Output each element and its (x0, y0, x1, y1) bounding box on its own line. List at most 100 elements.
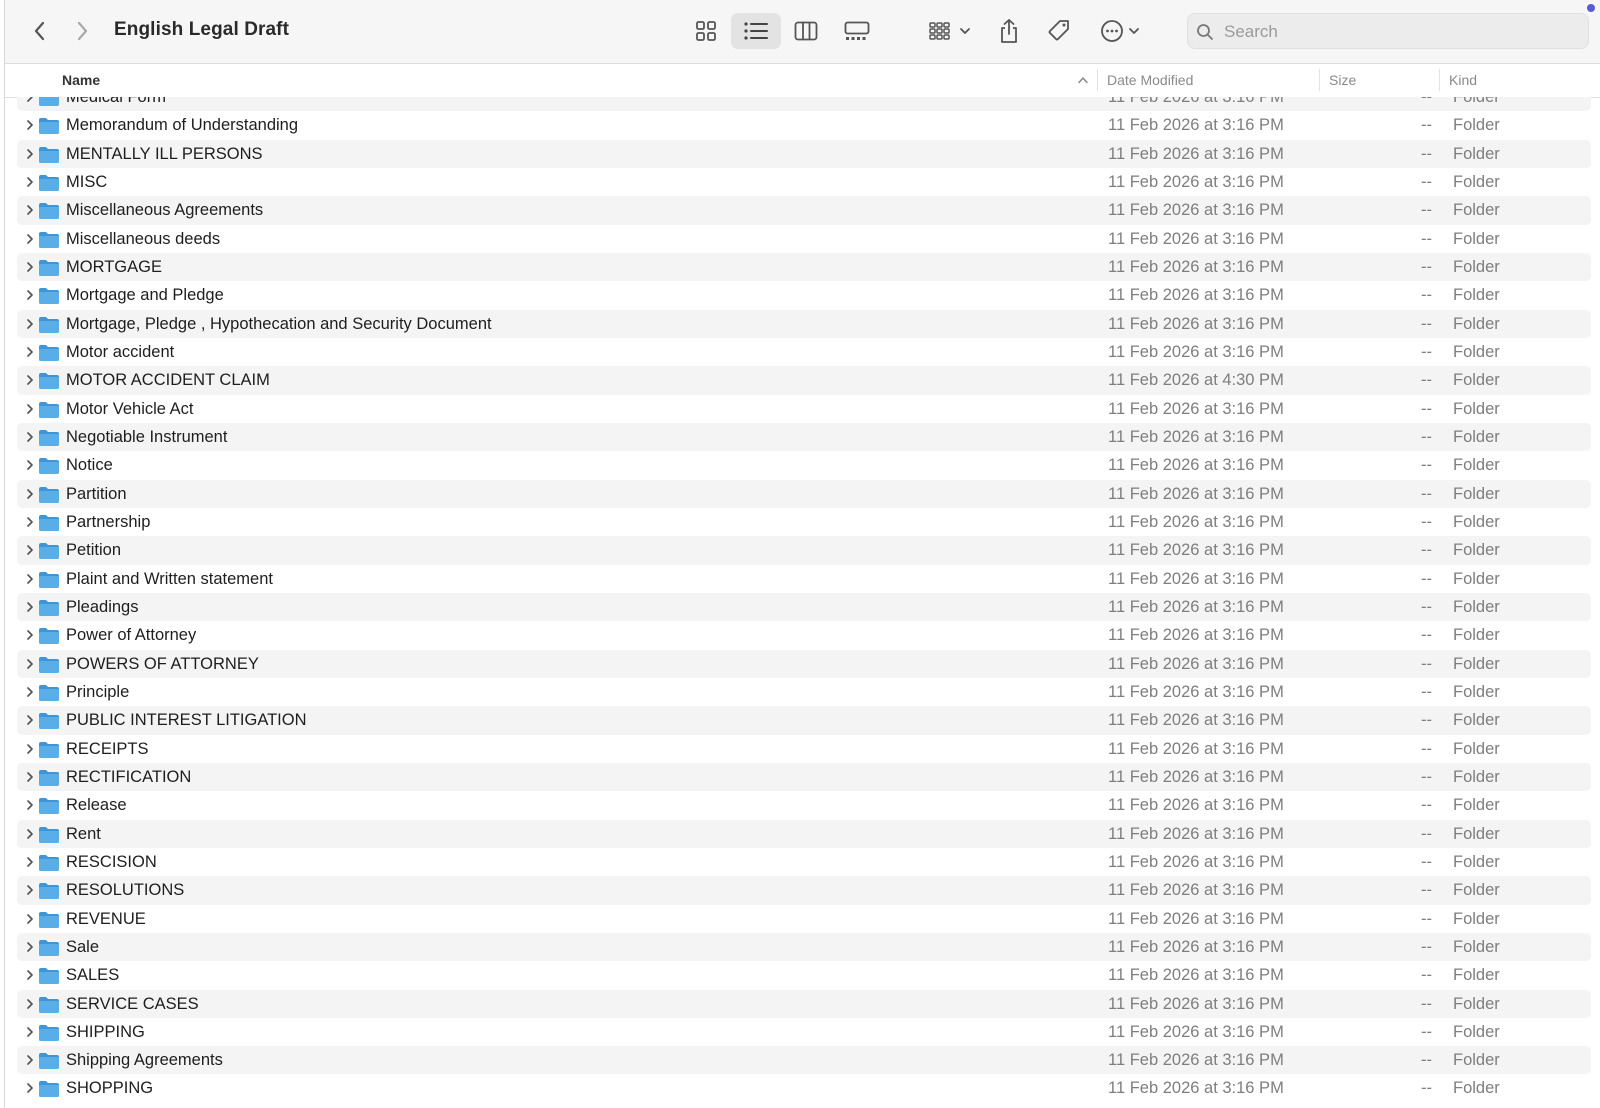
disclosure-chevron-icon[interactable] (25, 998, 35, 1010)
disclosure-chevron-icon[interactable] (25, 459, 35, 471)
disclosure-chevron-icon[interactable] (25, 941, 35, 953)
disclosure-chevron-icon[interactable] (25, 289, 35, 301)
table-row[interactable]: MISC 11 Feb 2026 at 3:16 PM -- Folder (17, 168, 1591, 196)
disclosure-chevron-icon[interactable] (25, 658, 35, 670)
disclosure-chevron-icon[interactable] (25, 403, 35, 415)
table-row[interactable]: PUBLIC INTEREST LITIGATION 11 Feb 2026 at… (17, 706, 1591, 735)
column-name-header[interactable]: Name (62, 72, 100, 88)
column-divider[interactable] (1439, 69, 1440, 91)
ellipsis-circle-icon (1101, 20, 1123, 42)
date-modified: 11 Feb 2026 at 3:16 PM (1108, 909, 1284, 928)
table-row[interactable]: Notice 11 Feb 2026 at 3:16 PM -- Folder (17, 451, 1591, 479)
disclosure-chevron-icon[interactable] (25, 431, 35, 443)
table-row[interactable]: Rent 11 Feb 2026 at 3:16 PM -- Folder (17, 819, 1591, 848)
table-row[interactable]: Motor Vehicle Act 11 Feb 2026 at 3:16 PM -… (17, 395, 1591, 423)
icon-view-button[interactable] (685, 13, 727, 49)
table-row[interactable]: Plaint and Written statement 11 Feb 2026 … (17, 565, 1591, 593)
forward-button[interactable] (65, 14, 99, 48)
table-row[interactable]: Shipping Agreements 11 Feb 2026 at 3:16 P… (17, 1046, 1591, 1075)
gallery-view-button[interactable] (835, 13, 879, 49)
disclosure-chevron-icon[interactable] (25, 488, 35, 500)
search-input[interactable] (1222, 18, 1576, 46)
table-row[interactable]: Miscellaneous Agreements 11 Feb 2026 at 3… (17, 196, 1591, 225)
table-row[interactable]: Memorandum of Understanding 11 Feb 2026 a… (17, 111, 1591, 139)
list-view-button[interactable] (731, 13, 781, 49)
disclosure-chevron-icon[interactable] (25, 544, 35, 556)
table-row[interactable]: Pleadings 11 Feb 2026 at 3:16 PM -- Folder (17, 592, 1591, 622)
folder-icon (39, 996, 59, 1013)
disclosure-chevron-icon[interactable] (25, 346, 35, 358)
table-row[interactable]: Mortgage and Pledge 11 Feb 2026 at 3:16 P… (17, 281, 1591, 309)
table-row[interactable]: Partition 11 Feb 2026 at 3:16 PM -- Folder (17, 479, 1591, 508)
column-view-button[interactable] (785, 13, 827, 49)
disclosure-chevron-icon[interactable] (25, 97, 35, 103)
tag-button[interactable] (1039, 13, 1079, 49)
column-date-header[interactable]: Date Modified (1107, 72, 1193, 88)
date-modified: 11 Feb 2026 at 3:16 PM (1108, 427, 1284, 446)
disclosure-chevron-icon[interactable] (25, 261, 35, 273)
disclosure-chevron-icon[interactable] (25, 374, 35, 386)
table-row[interactable]: Power of Attorney 11 Feb 2026 at 3:16 PM -… (17, 621, 1591, 649)
disclosure-chevron-icon[interactable] (25, 828, 35, 840)
disclosure-chevron-icon[interactable] (25, 516, 35, 528)
table-row[interactable]: SHIPPING 11 Feb 2026 at 3:16 PM -- Folder (17, 1018, 1591, 1046)
file-size: -- (1421, 286, 1432, 305)
table-row[interactable]: Miscellaneous deeds 11 Feb 2026 at 3:16 P… (17, 225, 1591, 253)
table-row[interactable]: MOTOR ACCIDENT CLAIM 11 Feb 2026 at 4:30 … (17, 366, 1591, 395)
column-divider[interactable] (1097, 69, 1098, 91)
disclosure-chevron-icon[interactable] (25, 1026, 35, 1038)
file-name: Sale (66, 937, 100, 956)
disclosure-chevron-icon[interactable] (25, 969, 35, 981)
disclosure-chevron-icon[interactable] (25, 1082, 35, 1094)
table-row[interactable]: Principle 11 Feb 2026 at 3:16 PM -- Folder (17, 678, 1591, 706)
table-row[interactable]: RESCISION 11 Feb 2026 at 3:16 PM -- Folder (17, 848, 1591, 876)
disclosure-chevron-icon[interactable] (25, 601, 35, 613)
folder-icon (39, 713, 59, 730)
table-row[interactable]: RESOLUTIONS 11 Feb 2026 at 3:16 PM -- Folde… (17, 876, 1591, 905)
disclosure-chevron-icon[interactable] (25, 1054, 35, 1066)
column-kind-header[interactable]: Kind (1449, 72, 1477, 88)
disclosure-chevron-icon[interactable] (25, 233, 35, 245)
disclosure-chevron-icon[interactable] (25, 318, 35, 330)
disclosure-chevron-icon[interactable] (25, 176, 35, 188)
table-row[interactable]: Partnership 11 Feb 2026 at 3:16 PM -- Folde… (17, 508, 1591, 536)
back-button[interactable] (23, 14, 57, 48)
table-row[interactable]: Negotiable Instrument 11 Feb 2026 at 3:16… (17, 422, 1591, 452)
file-list[interactable]: Medical Form 11 Feb 2026 at 3:16 PM -- Fold… (5, 97, 1600, 1108)
table-row[interactable]: MENTALLY ILL PERSONS 11 Feb 2026 at 3:16 … (17, 139, 1591, 168)
disclosure-chevron-icon[interactable] (25, 913, 35, 925)
disclosure-chevron-icon[interactable] (25, 573, 35, 585)
table-row[interactable]: SERVICE CASES 11 Feb 2026 at 3:16 PM -- Fol… (17, 989, 1591, 1018)
table-row[interactable]: RECTIFICATION 11 Feb 2026 at 3:16 PM -- Fol… (17, 762, 1591, 792)
disclosure-chevron-icon[interactable] (25, 686, 35, 698)
disclosure-chevron-icon[interactable] (25, 743, 35, 755)
folder-icon (39, 97, 59, 106)
more-actions-button[interactable] (1095, 13, 1145, 49)
table-row[interactable]: REVENUE 11 Feb 2026 at 3:16 PM -- Folder (17, 905, 1591, 933)
table-row[interactable]: Sale 11 Feb 2026 at 3:16 PM -- Folder (17, 932, 1591, 962)
disclosure-chevron-icon[interactable] (25, 148, 35, 160)
table-row[interactable]: Mortgage, Pledge , Hypothecation and Sec… (17, 309, 1591, 338)
table-row[interactable]: SALES 11 Feb 2026 at 3:16 PM -- Folder (17, 961, 1591, 989)
table-row[interactable]: MORTGAGE 11 Feb 2026 at 3:16 PM -- Folder (17, 252, 1591, 282)
table-row[interactable]: SHOPPING 11 Feb 2026 at 3:16 PM -- Folder (17, 1074, 1591, 1102)
disclosure-chevron-icon[interactable] (25, 799, 35, 811)
search-field[interactable] (1187, 13, 1589, 49)
disclosure-chevron-icon[interactable] (25, 204, 35, 216)
table-row[interactable]: Medical Form 11 Feb 2026 at 3:16 PM -- Fold… (17, 97, 1591, 112)
table-row[interactable]: Release 11 Feb 2026 at 3:16 PM -- Folder (17, 791, 1591, 819)
disclosure-chevron-icon[interactable] (25, 629, 35, 641)
disclosure-chevron-icon[interactable] (25, 771, 35, 783)
table-row[interactable]: Petition 11 Feb 2026 at 3:16 PM -- Folder (17, 536, 1591, 565)
group-by-button[interactable] (925, 13, 975, 49)
table-row[interactable]: RECEIPTS 11 Feb 2026 at 3:16 PM -- Folder (17, 735, 1591, 763)
column-divider[interactable] (1319, 69, 1320, 91)
disclosure-chevron-icon[interactable] (25, 884, 35, 896)
disclosure-chevron-icon[interactable] (25, 714, 35, 726)
share-button[interactable] (989, 13, 1029, 49)
table-row[interactable]: POWERS OF ATTORNEY 11 Feb 2026 at 3:16 PM… (17, 649, 1591, 678)
disclosure-chevron-icon[interactable] (25, 856, 35, 868)
disclosure-chevron-icon[interactable] (25, 119, 35, 131)
table-row[interactable]: Motor accident 11 Feb 2026 at 3:16 PM -- Fo… (17, 338, 1591, 366)
column-size-header[interactable]: Size (1329, 72, 1356, 88)
